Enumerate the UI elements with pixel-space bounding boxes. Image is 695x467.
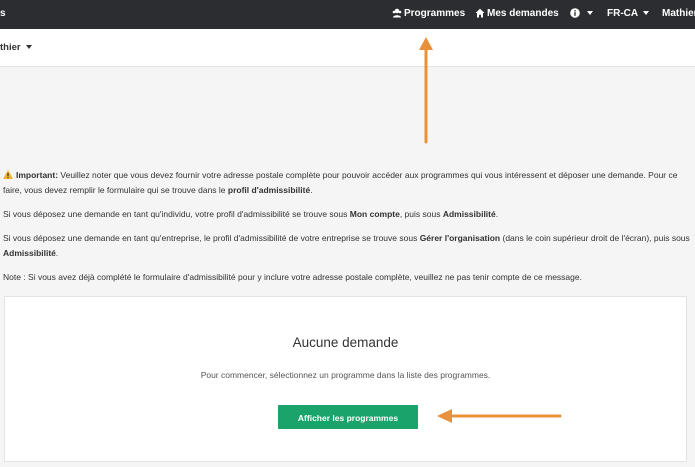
info-menu[interactable]	[570, 8, 593, 19]
chevron-down-icon	[643, 11, 650, 15]
brand-text: s	[0, 8, 6, 19]
chevron-down-icon	[25, 45, 32, 49]
user-menu[interactable]: Mathier	[662, 8, 695, 19]
note-text: Note : Si vous avez déjà complété le for…	[3, 272, 582, 282]
punct: .	[310, 185, 313, 195]
info-icon	[570, 8, 580, 18]
nav-mes-demandes[interactable]: Mes demandes	[475, 8, 559, 19]
programmes-icon	[392, 8, 402, 18]
mon-compte-text: Mon compte	[349, 209, 400, 219]
punct: .	[55, 248, 59, 258]
empty-state-title: Aucune demande	[292, 335, 399, 350]
account-menu[interactable]: thier	[0, 42, 32, 53]
gerer-organisation-text: Gérer l'organisation	[419, 233, 501, 243]
warning-icon	[3, 170, 13, 179]
empty-state-text: Pour commencer, sélectionnez un programm…	[200, 370, 491, 380]
language-label: FR-CA	[607, 8, 639, 19]
afficher-programmes-button[interactable]: Afficher les programmes	[278, 405, 418, 429]
language-menu[interactable]: FR-CA	[607, 8, 650, 19]
nav-programmes-label: Programmes	[404, 8, 466, 19]
notice-note: Note : Si vous avez déjà complété le for…	[3, 270, 693, 285]
home-icon	[475, 8, 485, 18]
business-text: Si vous déposez une demande en tant qu'e…	[3, 233, 420, 243]
top-navbar: s Programmes Mes demandes FR-CA Mathier	[0, 0, 695, 29]
nav-mes-demandes-label: Mes demandes	[487, 8, 559, 19]
notice-block: Important: Veuillez noter que vous devez…	[3, 168, 693, 294]
account-label: thier	[0, 42, 21, 53]
individual-mid: , puis sous	[399, 209, 443, 219]
admissibilite-text: Admissibilité	[442, 209, 496, 219]
punct: .	[495, 209, 499, 219]
business-mid: (dans le coin supérieur droit de l'écran…	[500, 233, 690, 243]
nav-programmes[interactable]: Programmes	[392, 8, 465, 19]
important-label: Important:	[16, 170, 59, 180]
chevron-down-icon	[587, 11, 593, 15]
profil-admissibilite-link[interactable]: profil d'admissibilité	[228, 185, 310, 195]
notice-individual: Si vous déposez une demande en tant qu'i…	[3, 207, 693, 222]
notice-important: Important: Veuillez noter que vous devez…	[3, 168, 693, 198]
individual-text: Si vous déposez une demande en tant qu'i…	[3, 209, 350, 219]
user-label: Mathier	[662, 8, 695, 19]
notice-business: Si vous déposez une demande en tant qu'e…	[3, 231, 693, 261]
sub-header: thier	[0, 29, 695, 67]
empty-state-card: Aucune demande Pour commencer, sélection…	[4, 296, 687, 462]
admissibilite-text: Admissibilité	[3, 248, 56, 258]
important-text: Veuillez noter que vous devez fournir vo…	[3, 170, 678, 195]
